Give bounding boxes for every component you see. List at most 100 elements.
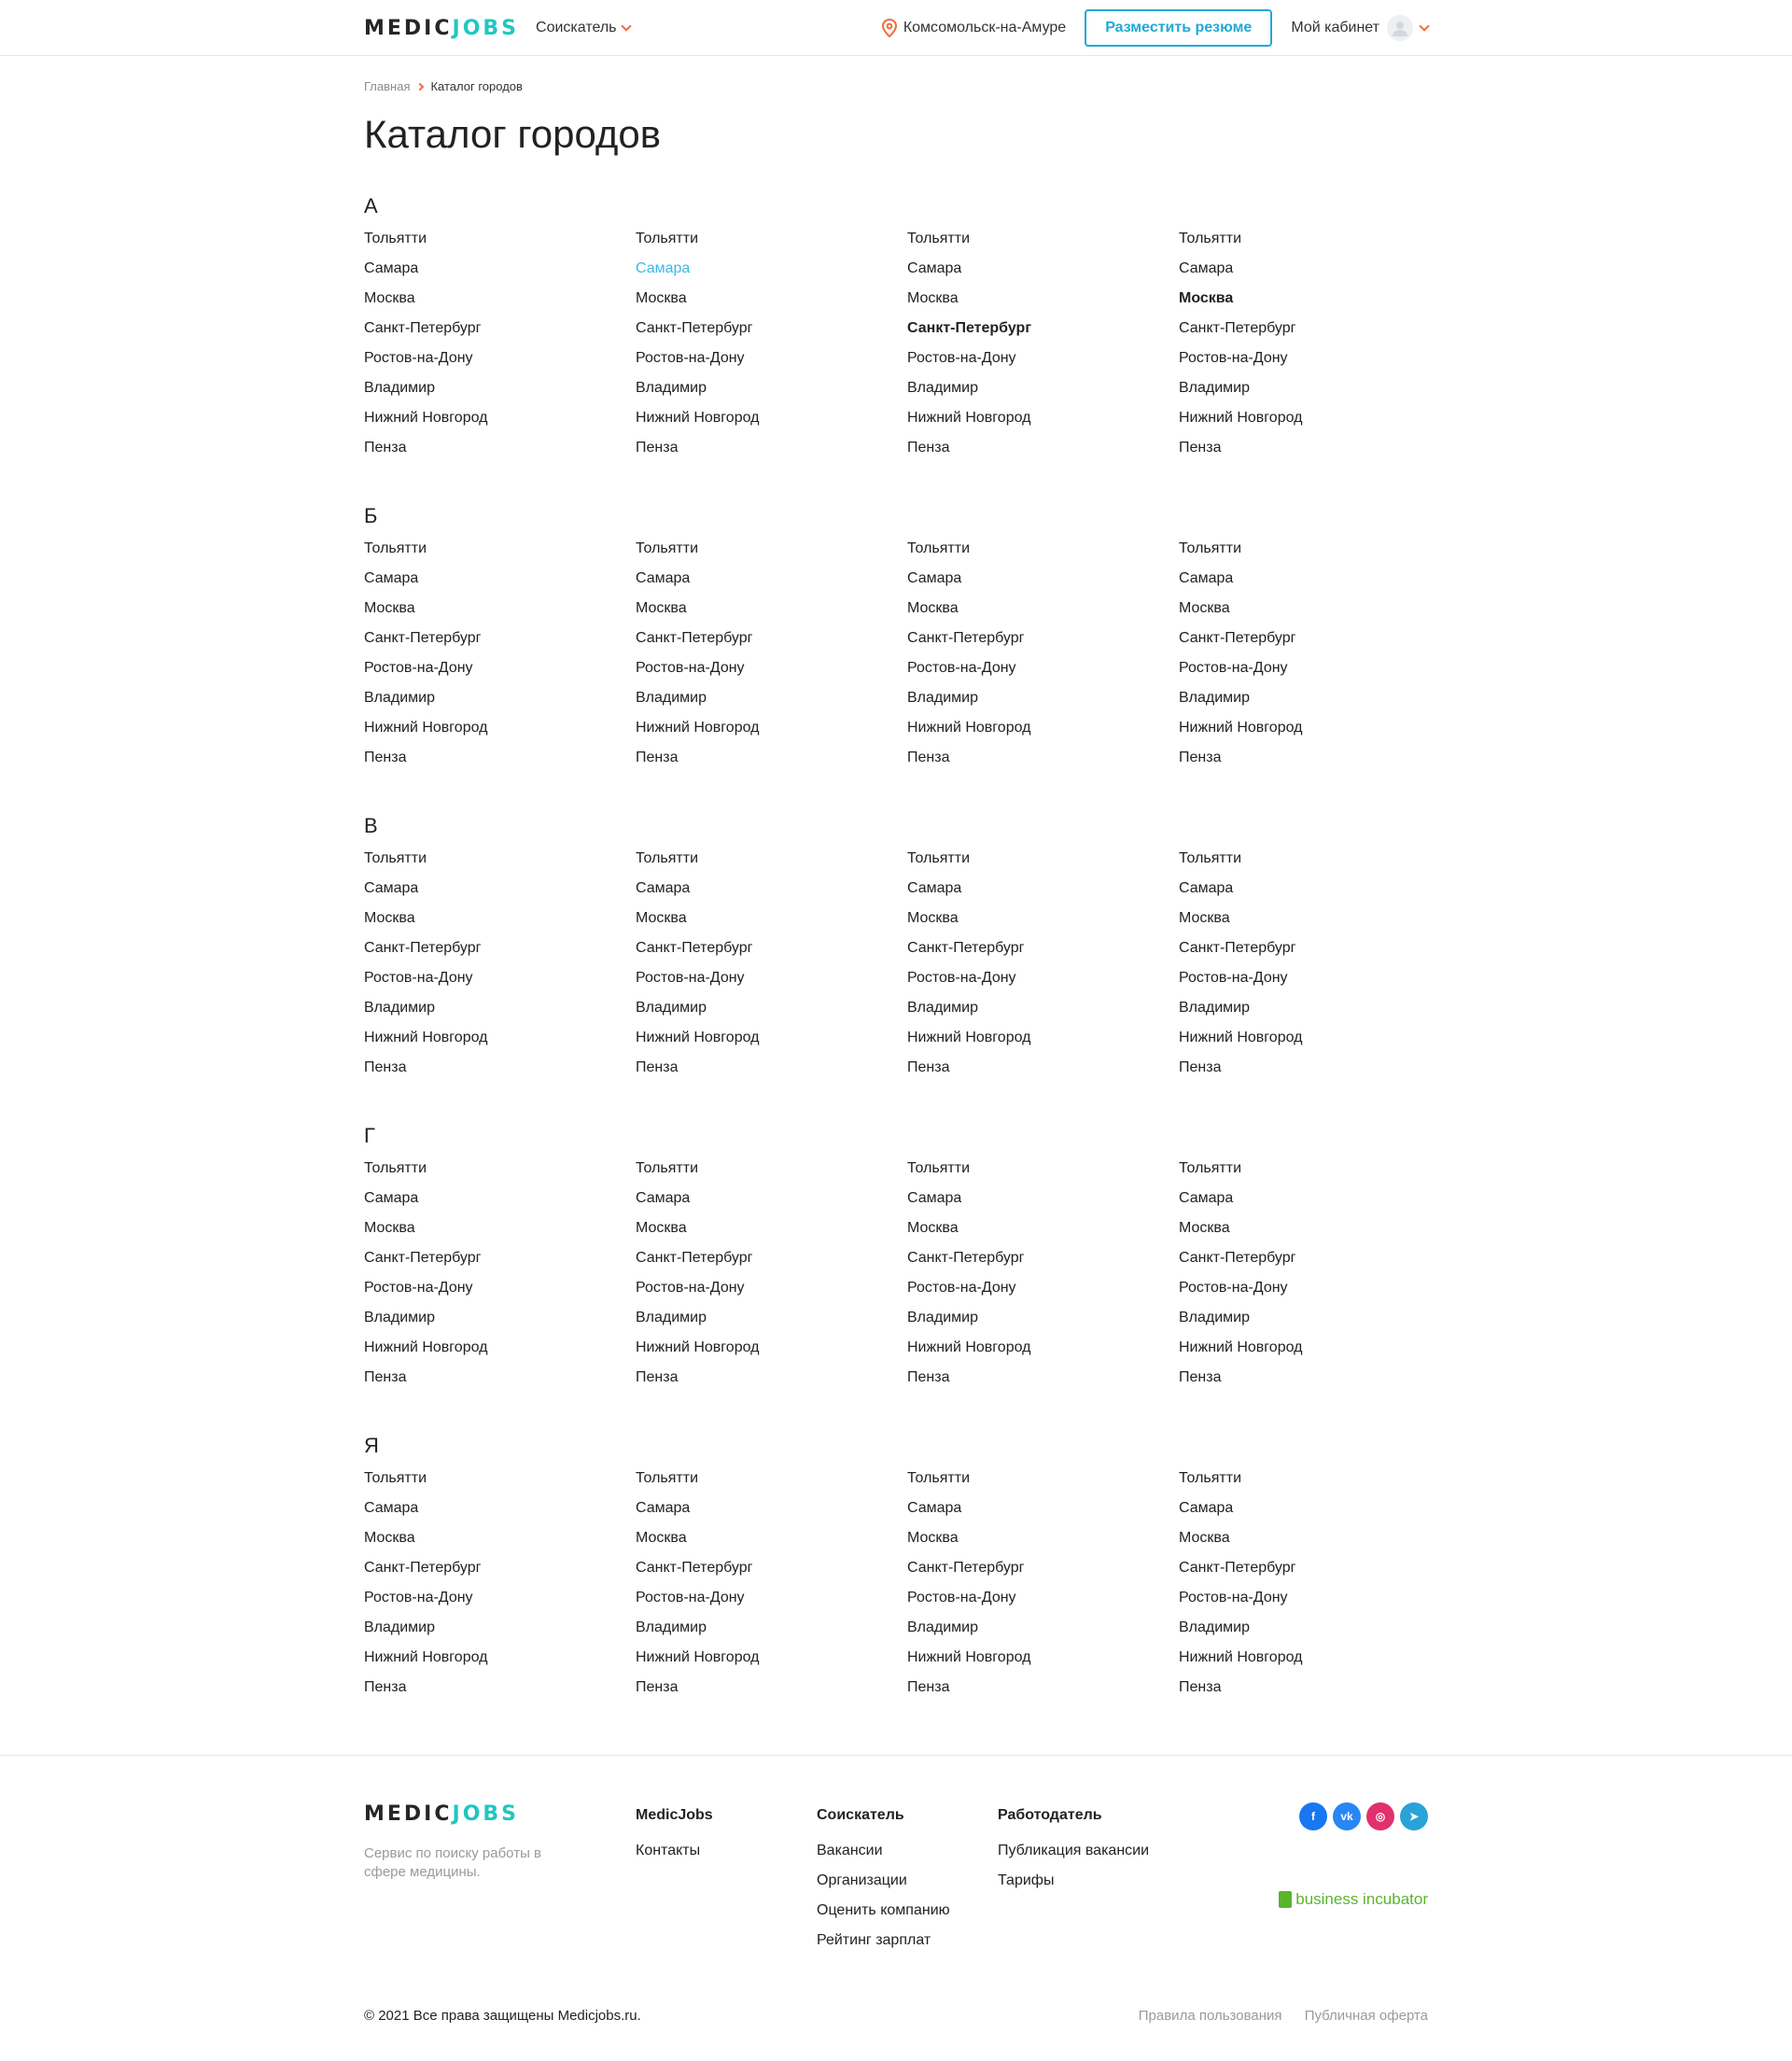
city-link[interactable]: Самара [364, 879, 636, 909]
city-link[interactable]: Тольятти [636, 540, 907, 569]
city-link[interactable]: Пенза [636, 749, 907, 778]
city-link[interactable]: Владимир [636, 1309, 907, 1339]
city-link[interactable]: Санкт-Петербург [636, 319, 907, 349]
city-link[interactable]: Санкт-Петербург [364, 319, 636, 349]
city-link[interactable]: Владимир [907, 1619, 1179, 1648]
city-link[interactable]: Ростов-на-Дону [907, 969, 1179, 999]
city-link[interactable]: Ростов-на-Дону [1179, 349, 1450, 379]
city-link[interactable]: Москва [364, 599, 636, 629]
city-link[interactable]: Самара [364, 569, 636, 599]
city-link[interactable]: Ростов-на-Дону [364, 659, 636, 689]
city-link[interactable]: Санкт-Петербург [907, 1559, 1179, 1589]
city-link[interactable]: Нижний Новгород [1179, 1029, 1450, 1059]
city-link[interactable]: Москва [907, 1219, 1179, 1249]
terms-link[interactable]: Правила пользования [1139, 2008, 1282, 2024]
footer-logo[interactable]: MEDIC JOBS [364, 1802, 636, 1826]
footer-link-organizations[interactable]: Организации [817, 1872, 998, 1902]
city-link[interactable]: Санкт-Петербург [364, 1249, 636, 1279]
city-link[interactable]: Санкт-Петербург [636, 629, 907, 659]
city-link[interactable]: Ростов-на-Дону [1179, 969, 1450, 999]
footer-link-tariffs[interactable]: Тарифы [998, 1872, 1179, 1902]
city-link[interactable]: Владимир [636, 999, 907, 1029]
vk-icon[interactable]: vk [1333, 1802, 1361, 1830]
city-link[interactable]: Москва [1179, 1529, 1450, 1559]
city-link[interactable]: Нижний Новгород [1179, 409, 1450, 439]
city-link[interactable]: Нижний Новгород [1179, 1339, 1450, 1368]
city-link[interactable]: Москва [1179, 599, 1450, 629]
city-link[interactable]: Санкт-Петербург [907, 319, 1179, 349]
city-link[interactable]: Нижний Новгород [364, 1029, 636, 1059]
city-link[interactable]: Самара [907, 259, 1179, 289]
city-link[interactable]: Пенза [907, 749, 1179, 778]
city-link[interactable]: Нижний Новгород [907, 409, 1179, 439]
city-link[interactable]: Пенза [1179, 439, 1450, 469]
city-link[interactable]: Москва [907, 599, 1179, 629]
city-link[interactable]: Самара [1179, 1189, 1450, 1219]
footer-link-contacts[interactable]: Контакты [636, 1843, 817, 1872]
city-link[interactable]: Тольятти [907, 540, 1179, 569]
city-link[interactable]: Тольятти [364, 230, 636, 259]
city-link[interactable]: Москва [364, 1529, 636, 1559]
city-link[interactable]: Нижний Новгород [364, 1339, 636, 1368]
city-link[interactable]: Москва [1179, 289, 1450, 319]
city-link[interactable]: Владимир [1179, 1619, 1450, 1648]
city-link[interactable]: Санкт-Петербург [636, 1559, 907, 1589]
city-link[interactable]: Пенза [1179, 1678, 1450, 1708]
city-link[interactable]: Нижний Новгород [636, 1029, 907, 1059]
city-link[interactable]: Самара [1179, 569, 1450, 599]
city-link[interactable]: Нижний Новгород [364, 719, 636, 749]
city-link[interactable]: Нижний Новгород [907, 1339, 1179, 1368]
city-link[interactable]: Санкт-Петербург [364, 1559, 636, 1589]
city-link[interactable]: Тольятти [364, 540, 636, 569]
city-link[interactable]: Санкт-Петербург [1179, 939, 1450, 969]
city-link[interactable]: Владимир [1179, 379, 1450, 409]
city-link[interactable]: Нижний Новгород [364, 409, 636, 439]
business-incubator-logo[interactable]: business incubator [1279, 1890, 1428, 1909]
city-link[interactable]: Пенза [364, 1368, 636, 1398]
city-link[interactable]: Владимир [907, 689, 1179, 719]
city-link[interactable]: Владимир [636, 379, 907, 409]
city-link[interactable]: Владимир [907, 999, 1179, 1029]
city-link[interactable]: Санкт-Петербург [1179, 1559, 1450, 1589]
city-link[interactable]: Ростов-на-Дону [1179, 1279, 1450, 1309]
city-link[interactable]: Санкт-Петербург [907, 939, 1179, 969]
city-link[interactable]: Самара [636, 879, 907, 909]
city-link[interactable]: Тольятти [636, 849, 907, 879]
city-link[interactable]: Нижний Новгород [364, 1648, 636, 1678]
post-resume-button[interactable]: Разместить резюме [1085, 9, 1273, 47]
city-link[interactable]: Москва [636, 1529, 907, 1559]
city-link[interactable]: Ростов-на-Дону [907, 659, 1179, 689]
city-link[interactable]: Тольятти [907, 1159, 1179, 1189]
city-link[interactable]: Пенза [636, 1678, 907, 1708]
city-link[interactable]: Тольятти [907, 849, 1179, 879]
city-link[interactable]: Санкт-Петербург [636, 939, 907, 969]
telegram-icon[interactable]: ➤ [1400, 1802, 1428, 1830]
city-link[interactable]: Ростов-на-Дону [636, 969, 907, 999]
city-link[interactable]: Владимир [907, 1309, 1179, 1339]
city-link[interactable]: Ростов-на-Дону [364, 349, 636, 379]
city-link[interactable]: Пенза [1179, 1368, 1450, 1398]
city-link[interactable]: Тольятти [364, 1469, 636, 1499]
city-link[interactable]: Санкт-Петербург [1179, 629, 1450, 659]
city-link[interactable]: Москва [907, 909, 1179, 939]
city-link[interactable]: Москва [364, 1219, 636, 1249]
city-link[interactable]: Тольятти [1179, 230, 1450, 259]
breadcrumb-home[interactable]: Главная [364, 79, 410, 93]
city-link[interactable]: Москва [907, 1529, 1179, 1559]
city-link[interactable]: Ростов-на-Дону [636, 1279, 907, 1309]
role-dropdown[interactable]: Соискатель [536, 20, 632, 36]
city-link[interactable]: Санкт-Петербург [1179, 319, 1450, 349]
city-link[interactable]: Пенза [1179, 1059, 1450, 1088]
city-link[interactable]: Ростов-на-Дону [1179, 659, 1450, 689]
city-link[interactable]: Москва [636, 909, 907, 939]
city-link[interactable]: Санкт-Петербург [636, 1249, 907, 1279]
city-link[interactable]: Нижний Новгород [636, 719, 907, 749]
city-link[interactable]: Владимир [364, 999, 636, 1029]
city-link[interactable]: Пенза [636, 439, 907, 469]
city-link[interactable]: Москва [1179, 909, 1450, 939]
city-link[interactable]: Нижний Новгород [1179, 719, 1450, 749]
city-link[interactable]: Пенза [636, 1059, 907, 1088]
facebook-icon[interactable]: f [1299, 1802, 1327, 1830]
city-selector[interactable]: Комсомольск-на-Амуре [881, 19, 1066, 37]
city-link[interactable]: Самара [636, 569, 907, 599]
